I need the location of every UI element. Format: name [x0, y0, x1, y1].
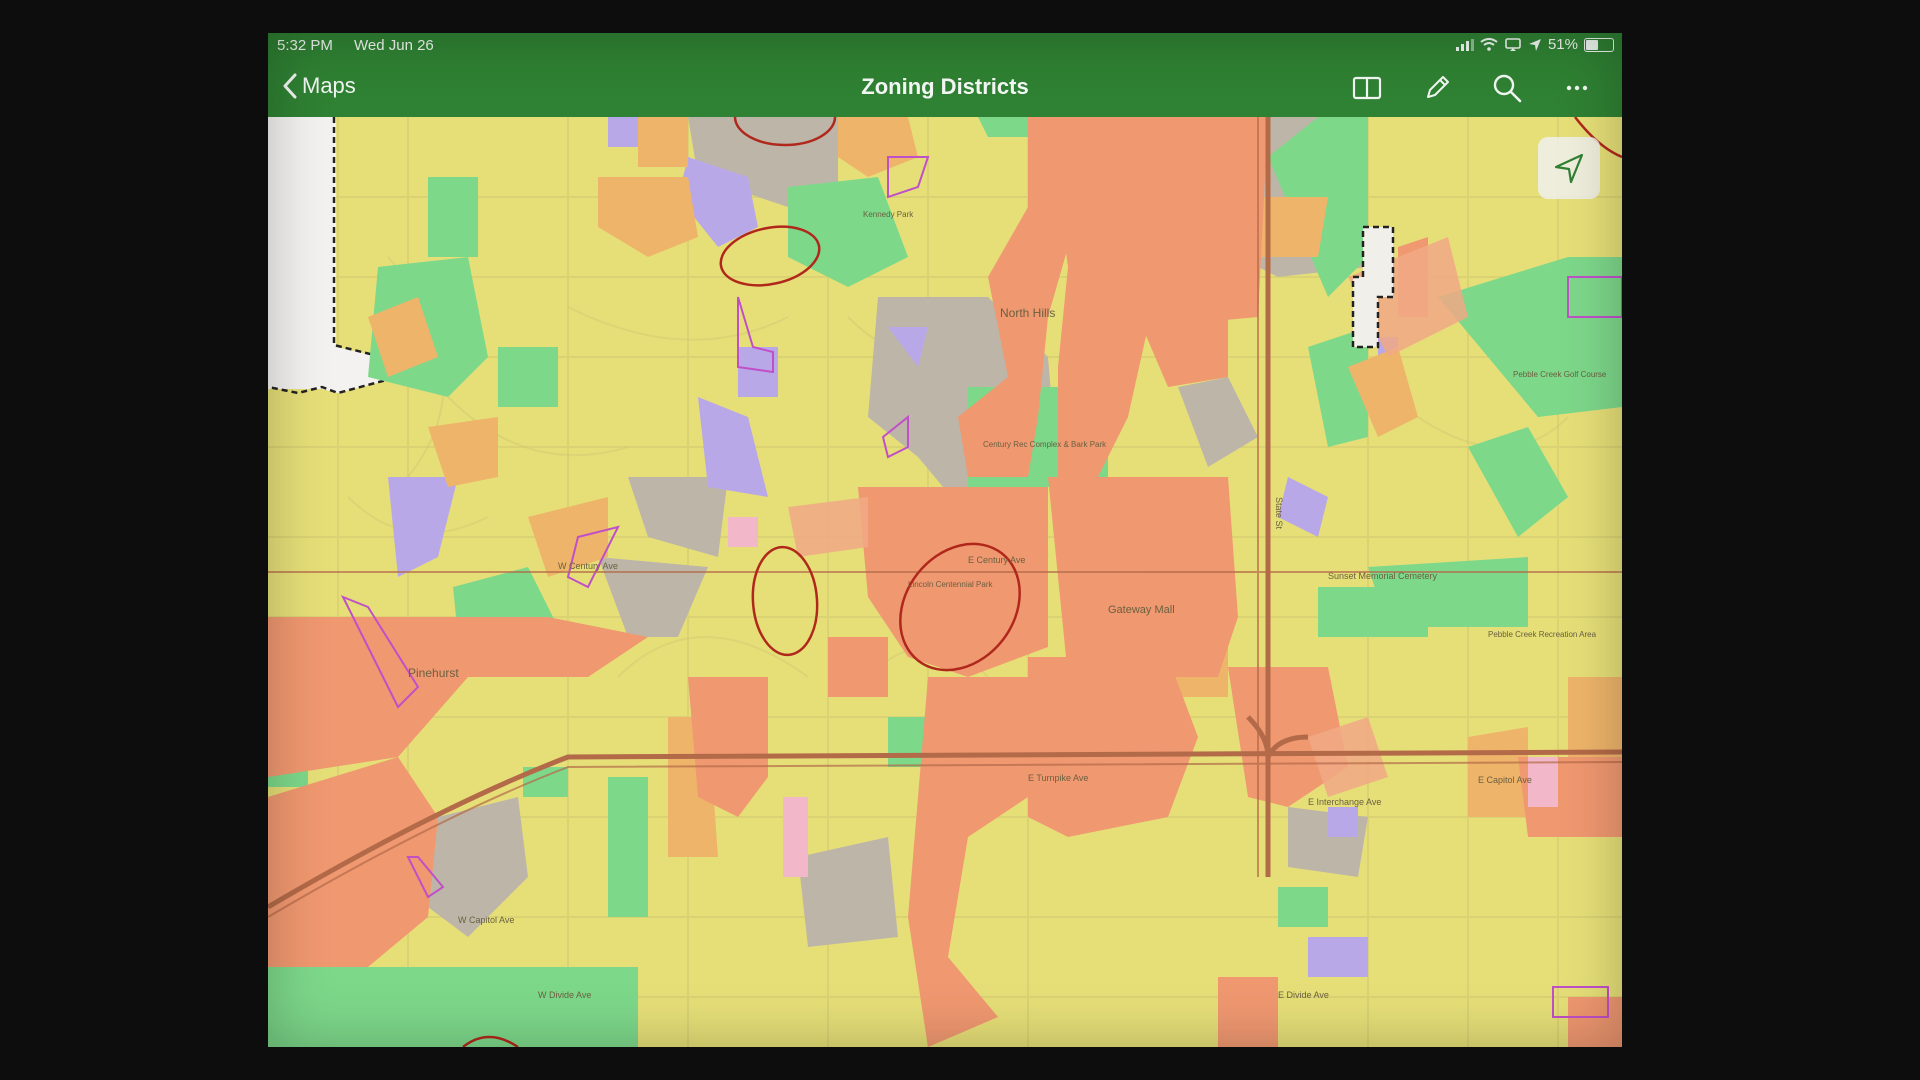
- label-e-century: E Century Ave: [968, 555, 1025, 565]
- signal-icon: [1455, 38, 1474, 51]
- pencil-icon[interactable]: [1422, 73, 1452, 103]
- nav-bar: Maps Zoning Districts: [268, 59, 1622, 117]
- label-gateway-mall: Gateway Mall: [1108, 604, 1175, 616]
- label-e-turnpike: E Turnpike Ave: [1028, 773, 1088, 783]
- status-right: 51%: [1455, 36, 1614, 53]
- label-north-hills: North Hills: [1000, 306, 1055, 320]
- label-recreation-area: Pebble Creek Recreation Area: [1488, 630, 1597, 639]
- status-date: Wed Jun 26: [354, 37, 434, 54]
- label-e-divide: E Divide Ave: [1278, 990, 1329, 1000]
- search-icon[interactable]: [1492, 73, 1522, 103]
- label-e-interchange: E Interchange Ave: [1308, 797, 1381, 807]
- label-w-century: W Century Ave: [558, 561, 618, 571]
- status-time: 5:32 PM: [277, 37, 333, 54]
- label-cemetery: Sunset Memorial Cemetery: [1328, 571, 1438, 581]
- label-kennedy-park: Kennedy Park: [863, 210, 914, 219]
- status-bar: 5:32 PM Wed Jun 26 51%: [268, 33, 1622, 59]
- locate-me-button[interactable]: [1538, 137, 1600, 199]
- toolbar: [1352, 73, 1592, 103]
- more-icon[interactable]: [1562, 73, 1592, 103]
- label-state-st: State St: [1274, 497, 1284, 530]
- map-canvas[interactable]: North Hills Pinehurst Gateway Mall Sunse…: [268, 117, 1622, 1047]
- label-lincoln-park: Lincoln Centennial Park: [908, 580, 993, 589]
- ipad-screen: 5:32 PM Wed Jun 26 51% Maps Zoning Distr…: [268, 33, 1622, 1047]
- label-e-capitol: E Capitol Ave: [1478, 775, 1532, 785]
- book-icon[interactable]: [1352, 73, 1382, 103]
- location-icon: [1528, 38, 1541, 51]
- battery-percent: 51%: [1547, 36, 1578, 53]
- label-century-rec: Century Rec Complex & Bark Park: [983, 440, 1107, 449]
- label-pinehurst: Pinehurst: [408, 666, 459, 680]
- battery-icon: [1584, 37, 1614, 52]
- label-golf-course: Pebble Creek Golf Course: [1513, 370, 1607, 379]
- label-w-capitol: W Capitol Ave: [458, 915, 514, 925]
- zoning-map[interactable]: North Hills Pinehurst Gateway Mall Sunse…: [268, 117, 1622, 1047]
- wifi-icon: [1480, 38, 1498, 51]
- screen-mirror-icon: [1505, 38, 1521, 51]
- location-arrow-icon: [1554, 153, 1584, 184]
- label-w-divide: W Divide Ave: [538, 990, 591, 1000]
